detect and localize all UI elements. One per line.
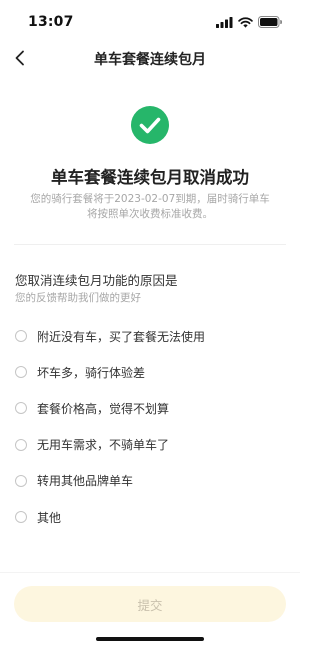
reason-option-label: 转用其他品牌单车 [37, 474, 134, 489]
reason-option[interactable]: 套餐价格高，觉得不划算 [0, 390, 300, 426]
home-indicator [96, 637, 204, 641]
reason-option[interactable]: 无用车需求，不骑单车了 [0, 427, 300, 463]
reason-option-label: 其他 [37, 510, 62, 525]
wifi-icon [238, 16, 253, 28]
radio-button[interactable] [15, 438, 27, 451]
reason-title: 您取消连续包月功能的原因是 [15, 273, 178, 288]
nav-bar: 单车套餐连续包月 [0, 38, 300, 78]
reason-subtitle: 您的反馈帮助我们做的更好 [15, 292, 141, 304]
reason-option-label: 套餐价格高，觉得不划算 [37, 401, 170, 416]
status-time: 13:07 [28, 14, 74, 30]
submit-button[interactable]: 提交 [14, 586, 286, 622]
battery-icon [258, 16, 282, 28]
reason-option-label: 坏车多，骑行体验差 [37, 365, 146, 380]
reason-option[interactable]: 坏车多，骑行体验差 [0, 354, 300, 390]
radio-button[interactable] [15, 474, 27, 487]
radio-button[interactable] [15, 330, 27, 343]
radio-button[interactable] [15, 366, 27, 379]
reason-list: 附近没有车，买了套餐无法使用 坏车多，骑行体验差 套餐价格高，觉得不划算 无用车… [0, 318, 300, 535]
page-title: 单车套餐连续包月 [94, 52, 206, 68]
reason-option-label: 无用车需求，不骑单车了 [37, 438, 170, 453]
cellular-signal-icon [216, 16, 233, 28]
radio-button[interactable] [15, 511, 27, 524]
reason-option[interactable]: 附近没有车，买了套餐无法使用 [0, 318, 300, 354]
result-title: 单车套餐连续包月取消成功 [51, 168, 249, 187]
success-check-icon [131, 106, 169, 144]
reason-option[interactable]: 其他 [0, 499, 300, 535]
divider [14, 244, 286, 245]
footer-divider [0, 572, 300, 573]
reason-option-label: 附近没有车，买了套餐无法使用 [37, 329, 206, 344]
status-icons [216, 16, 282, 28]
result-description: 您的骑行套餐将于2023-02-07到期，届时骑行单车将按照单次收费标准收费。 [30, 193, 270, 220]
radio-button[interactable] [15, 402, 27, 415]
reason-option[interactable]: 转用其他品牌单车 [0, 463, 300, 499]
